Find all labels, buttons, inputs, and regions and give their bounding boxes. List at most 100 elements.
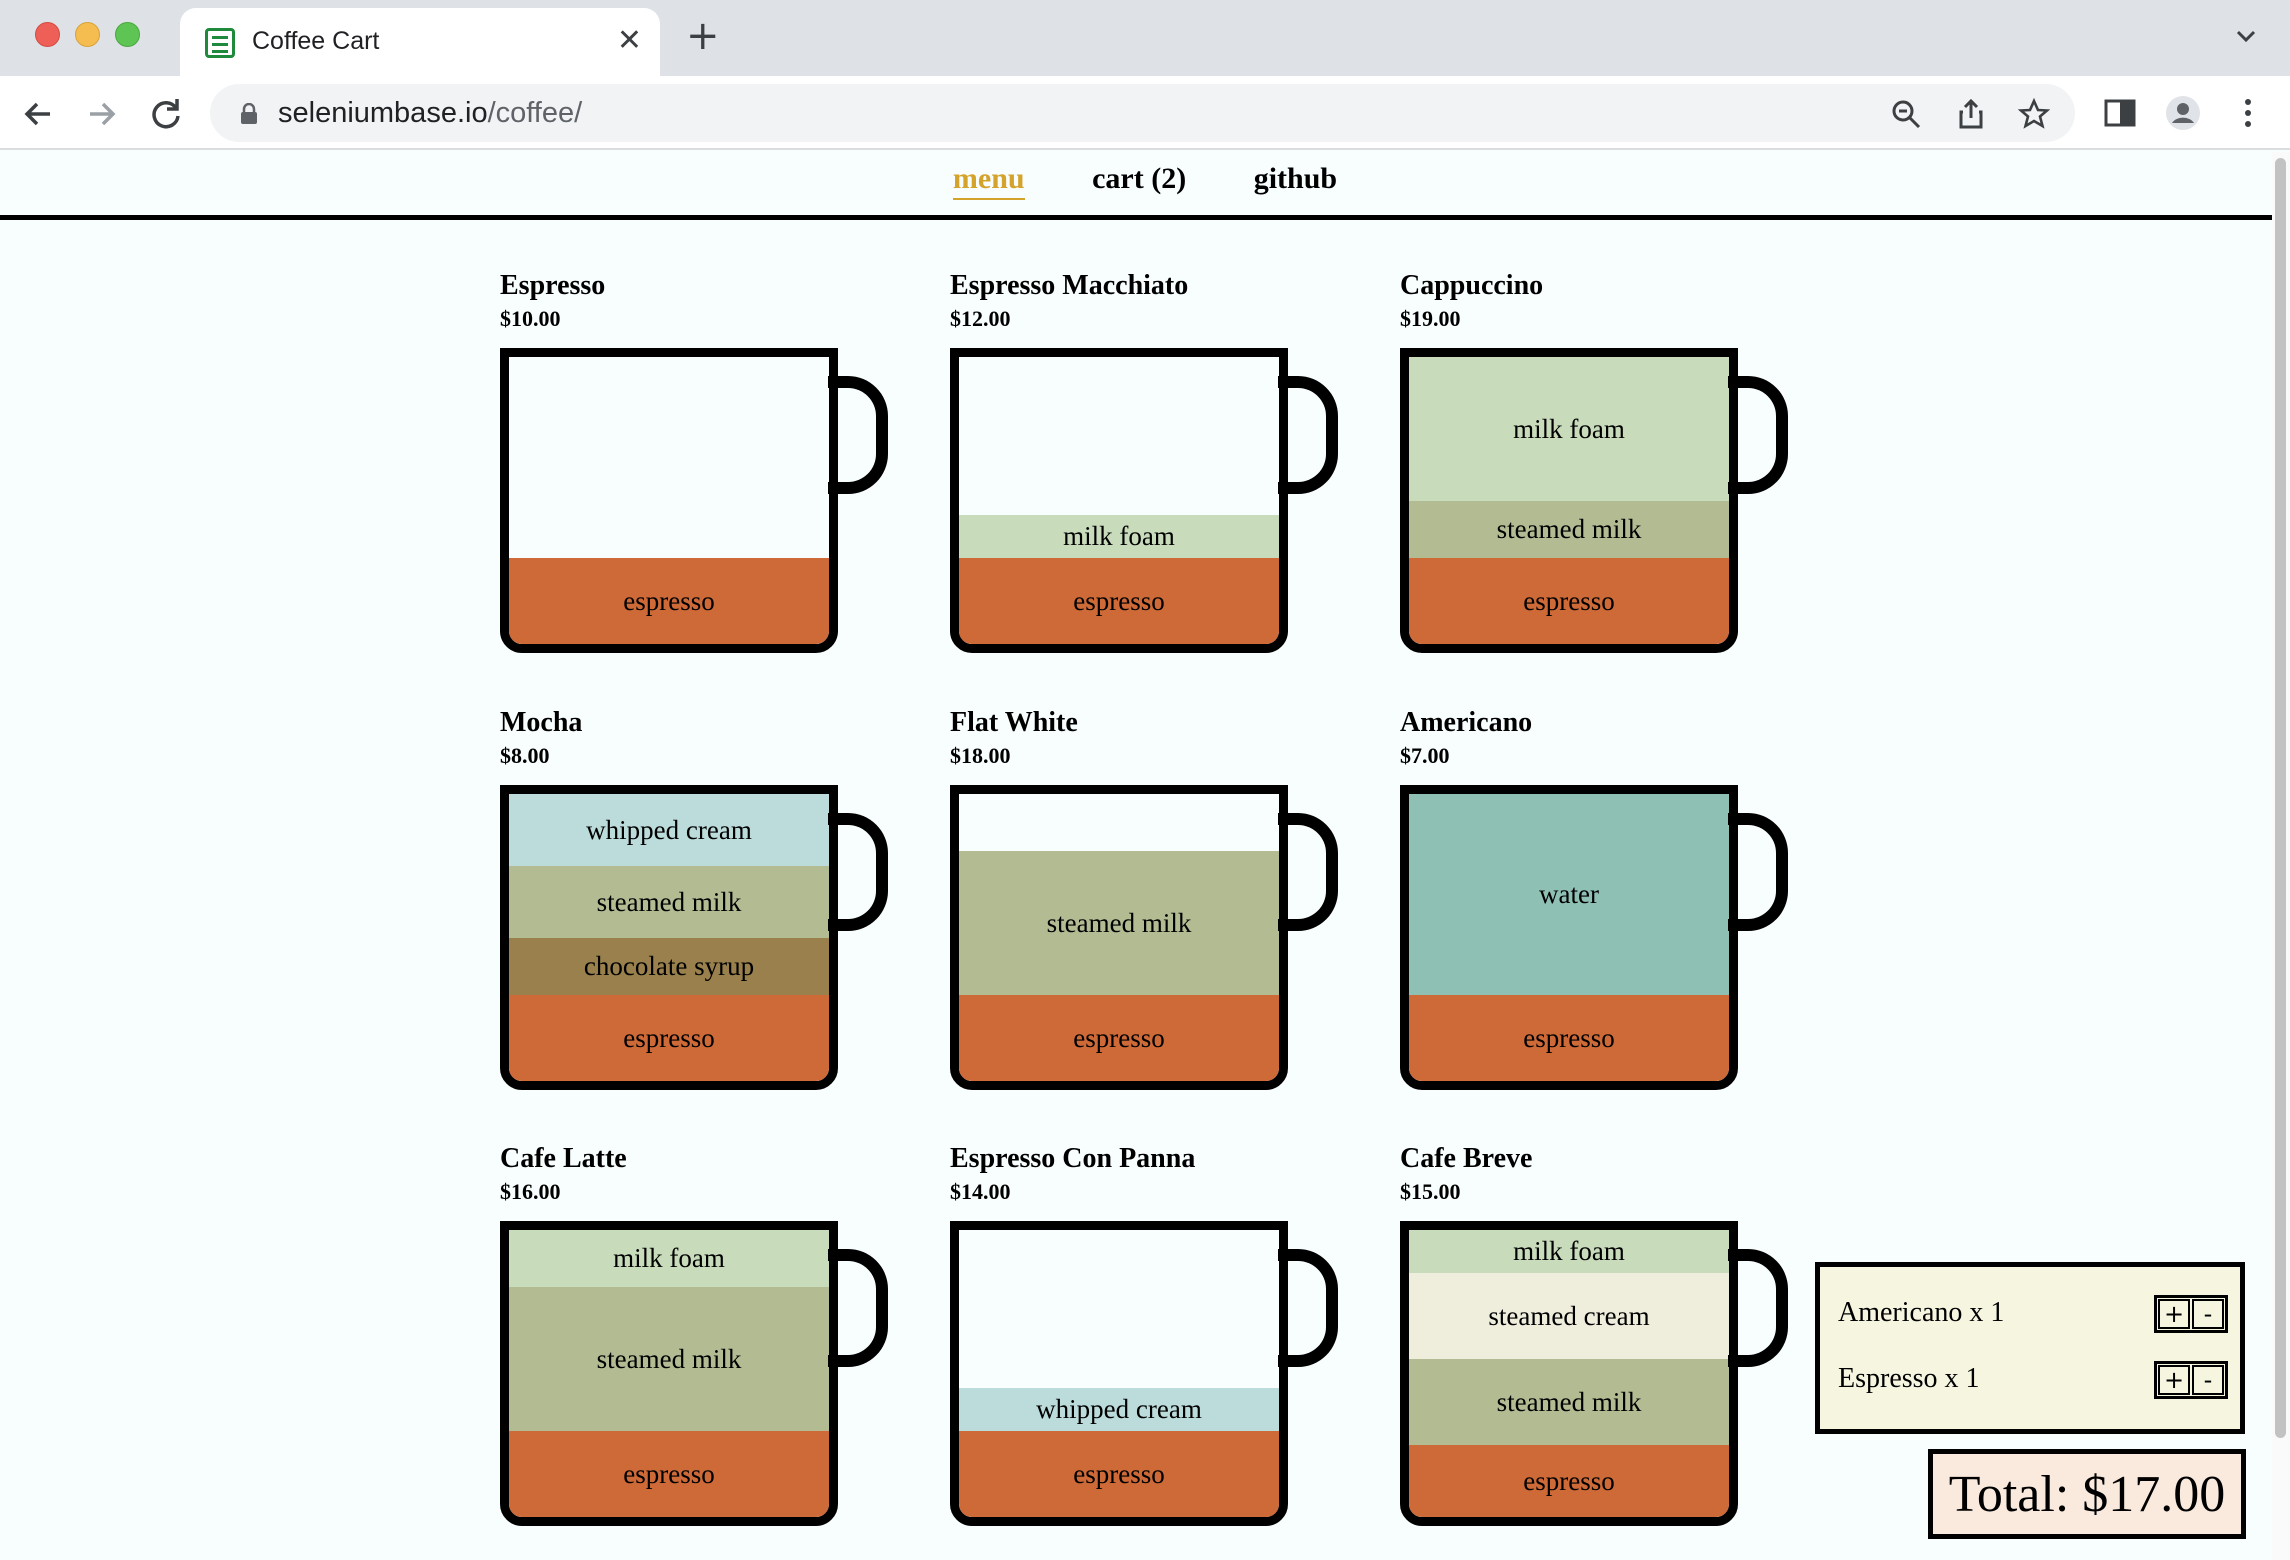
share-icon[interactable] xyxy=(1955,98,1987,130)
bookmark-star-icon[interactable] xyxy=(2018,98,2050,130)
ingredient-layer-milk-foam: milk foam xyxy=(509,1230,829,1287)
increase-quantity-button[interactable]: + xyxy=(2158,1365,2190,1395)
cart-item-name: Espresso x 1 xyxy=(1838,1363,1980,1394)
url-text[interactable]: seleniumbase.io/coffee/ xyxy=(278,97,582,130)
item-name: Mocha xyxy=(500,707,583,738)
profile-avatar-icon[interactable] xyxy=(2165,95,2201,131)
new-tab-icon[interactable]: + xyxy=(686,16,720,56)
close-window-button[interactable] xyxy=(35,22,60,47)
add-to-cart-cup[interactable]: whipped cream espresso xyxy=(950,1221,1350,1531)
item-price: $8.00 xyxy=(500,743,550,768)
menu-item: Cafe Latte $16.00 milk foam steamed milk esp… xyxy=(500,1143,930,1526)
cup-body[interactable]: espresso xyxy=(500,348,838,653)
cup-body[interactable]: milk foam steamed milk espresso xyxy=(1400,348,1738,653)
item-price: $14.00 xyxy=(950,1179,1011,1204)
minimize-window-button[interactable] xyxy=(75,22,100,47)
menu-item: Cafe Breve $15.00 milk foam steamed cream st… xyxy=(1400,1143,1830,1526)
item-name: Cappuccino xyxy=(1400,270,1544,301)
item-name: Espresso xyxy=(500,270,606,301)
ingredient-layer-espresso: espresso xyxy=(509,558,829,644)
address-bar[interactable]: seleniumbase.io/coffee/ xyxy=(210,84,2075,142)
add-to-cart-cup[interactable]: milk foam steamed milk espresso xyxy=(500,1221,900,1531)
ingredient-layer-espresso: espresso xyxy=(1409,995,1729,1081)
url-host: seleniumbase.io xyxy=(278,97,488,129)
browser-toolbar: seleniumbase.io/coffee/ xyxy=(0,76,2290,150)
item-price: $7.00 xyxy=(1400,743,1450,768)
item-name: Cafe Breve xyxy=(1400,1143,1533,1174)
checkout-total-button[interactable]: Total: $17.00 xyxy=(1928,1449,2246,1539)
menu-item: Cappuccino $19.00 milk foam steamed milk esp… xyxy=(1400,270,1830,653)
add-to-cart-cup[interactable]: milk foam espresso xyxy=(950,348,1350,658)
ingredient-layer-espresso: espresso xyxy=(959,1431,1279,1517)
quantity-controls: + - xyxy=(2154,1361,2228,1399)
ingredient-layer-steamed-milk: steamed milk xyxy=(1409,501,1729,558)
cup-body[interactable]: milk foam steamed milk espresso xyxy=(500,1221,838,1526)
menu-item: Mocha $8.00 whipped cream steamed milk choco… xyxy=(500,707,930,1090)
item-price: $18.00 xyxy=(950,743,1011,768)
tab-search-chevron-icon[interactable] xyxy=(2232,22,2260,50)
cup-body[interactable]: steamed milk espresso xyxy=(950,785,1288,1090)
menu-item: Americano $7.00 water espresso xyxy=(1400,707,1830,1090)
add-to-cart-cup[interactable]: water espresso xyxy=(1400,785,1800,1095)
item-name: Cafe Latte xyxy=(500,1143,627,1174)
zoom-icon[interactable] xyxy=(1890,98,1922,130)
decrease-quantity-button[interactable]: - xyxy=(2192,1365,2224,1395)
cup-body[interactable]: milk foam steamed cream steamed milk espres… xyxy=(1400,1221,1738,1526)
side-panel-icon[interactable] xyxy=(2102,95,2138,131)
cup-body[interactable]: milk foam espresso xyxy=(950,348,1288,653)
scrollbar-thumb[interactable] xyxy=(2275,158,2286,1438)
ingredient-layer-steamed-cream: steamed cream xyxy=(1409,1273,1729,1359)
ingredient-layer-espresso: espresso xyxy=(509,995,829,1081)
lock-icon[interactable] xyxy=(240,103,258,125)
add-to-cart-cup[interactable]: whipped cream steamed milk chocolate syrup… xyxy=(500,785,900,1095)
add-to-cart-cup[interactable]: milk foam steamed milk espresso xyxy=(1400,348,1800,658)
back-arrow-icon[interactable] xyxy=(18,94,58,134)
forward-arrow-icon[interactable] xyxy=(82,94,122,134)
item-price: $12.00 xyxy=(950,306,1011,331)
cup-handle xyxy=(828,813,888,931)
item-name: Espresso Con Panna xyxy=(950,1143,1196,1174)
cup-handle xyxy=(1278,1249,1338,1367)
nav-github-link[interactable]: github xyxy=(1254,162,1337,198)
increase-quantity-button[interactable]: + xyxy=(2158,1299,2190,1329)
ingredient-layer-whipped-cream: whipped cream xyxy=(959,1388,1279,1431)
close-tab-icon[interactable]: ✕ xyxy=(617,21,642,61)
cart-preview: Americano x 1 + - Espresso x 1 + - xyxy=(1815,1262,2245,1434)
menu-item: Flat White $18.00 steamed milk espresso xyxy=(950,707,1380,1090)
maximize-window-button[interactable] xyxy=(115,22,140,47)
ingredient-layer-steamed-milk: steamed milk xyxy=(509,1287,829,1431)
cup-handle xyxy=(828,376,888,494)
cart-item-name: Americano x 1 xyxy=(1838,1297,2005,1328)
add-to-cart-cup[interactable]: espresso xyxy=(500,348,900,658)
tab-title: Coffee Cart xyxy=(252,27,380,55)
ingredient-layer-water: water xyxy=(1409,794,1729,995)
add-to-cart-cup[interactable]: steamed milk espresso xyxy=(950,785,1350,1095)
nav-menu-link[interactable]: menu xyxy=(952,162,1025,200)
nav-cart-link[interactable]: cart (2) xyxy=(1092,162,1186,198)
sheet-favicon-icon xyxy=(205,28,235,58)
ingredient-layer-milk-foam: milk foam xyxy=(1409,1230,1729,1273)
menu-item: Espresso $10.00 espresso xyxy=(500,270,930,653)
cup-handle xyxy=(1278,813,1338,931)
ingredient-layer-steamed-milk: steamed milk xyxy=(509,866,829,938)
cup-handle xyxy=(1728,1249,1788,1367)
cup-body[interactable]: whipped cream espresso xyxy=(950,1221,1288,1526)
add-to-cart-cup[interactable]: milk foam steamed cream steamed milk espres… xyxy=(1400,1221,1800,1531)
ingredient-layer-milk-foam: milk foam xyxy=(959,515,1279,558)
cart-preview-row: Espresso x 1 + - xyxy=(1838,1361,2228,1401)
page-scrollbar[interactable] xyxy=(2272,152,2290,1560)
cup-body[interactable]: whipped cream steamed milk chocolate syrup… xyxy=(500,785,838,1090)
item-price: $16.00 xyxy=(500,1179,561,1204)
ingredient-layer-espresso: espresso xyxy=(1409,1445,1729,1517)
item-price: $15.00 xyxy=(1400,1179,1461,1204)
decrease-quantity-button[interactable]: - xyxy=(2192,1299,2224,1329)
reload-icon[interactable] xyxy=(146,94,186,134)
url-path: /coffee/ xyxy=(487,97,583,129)
item-price: $10.00 xyxy=(500,306,561,331)
ingredient-layer-espresso: espresso xyxy=(509,1431,829,1517)
menu-item: Espresso Con Panna $14.00 whipped cream esp… xyxy=(950,1143,1380,1526)
more-menu-icon[interactable] xyxy=(2230,95,2266,131)
cup-body[interactable]: water espresso xyxy=(1400,785,1738,1090)
browser-tab-active[interactable]: Coffee Cart ✕ xyxy=(180,8,660,76)
cup-handle xyxy=(828,1249,888,1367)
